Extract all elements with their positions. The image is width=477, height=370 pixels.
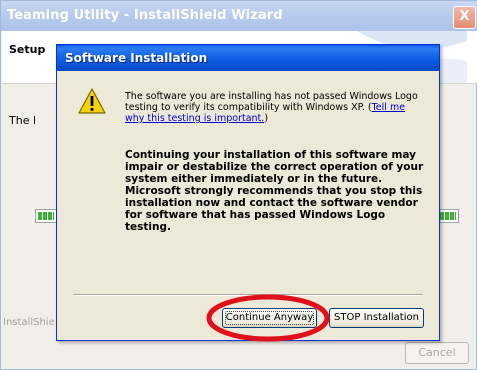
highlight-circle-annotation: [206, 294, 330, 342]
progress-bar-right: [437, 209, 459, 223]
outer-title-bar[interactable]: Teaming Utility - InstallShield Wizard X: [1, 1, 477, 31]
compatibility-message: The software you are installing has not …: [125, 91, 425, 124]
outer-window-title: Teaming Utility - InstallShield Wizard: [7, 8, 283, 23]
installshield-brand-label: InstallShie: [3, 317, 55, 328]
dialog-title: Software Installation: [65, 51, 208, 65]
stop-installation-button[interactable]: STOP Installation: [329, 308, 424, 328]
warning-message: Continuing your installation of this sof…: [125, 149, 424, 233]
compatibility-message-close: ): [264, 113, 269, 124]
warning-icon: [78, 88, 106, 114]
progress-bar-left: [35, 209, 57, 223]
setup-heading: Setup: [9, 43, 46, 56]
cancel-button[interactable]: Cancel: [405, 342, 469, 364]
outer-body-text: The l: [9, 114, 37, 127]
outer-close-button[interactable]: X: [453, 6, 476, 29]
dialog-title-bar[interactable]: Software Installation: [57, 45, 439, 71]
